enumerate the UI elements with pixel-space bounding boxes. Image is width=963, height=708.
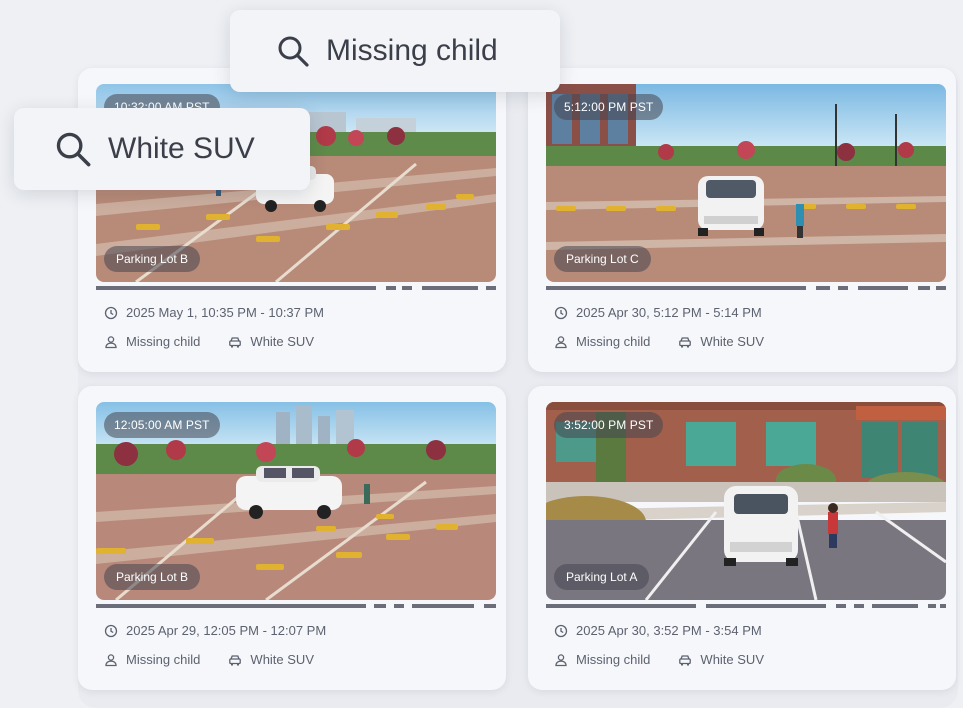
person-icon xyxy=(554,653,568,667)
search-icon xyxy=(276,34,310,68)
result-card-parking-lot-c-apr30[interactable]: 5:12:00 PM PST Parking Lot C 2025 Apr 30… xyxy=(528,68,956,372)
search-query: Missing child xyxy=(326,34,498,67)
clock-icon xyxy=(104,624,118,638)
result-card-parking-lot-a-apr30[interactable]: 3:52:00 PM PST Parking Lot A 2025 Apr 30… xyxy=(528,386,956,690)
tag-white-suv: White SUV xyxy=(700,334,764,349)
tags-row: Missing child White SUV xyxy=(554,652,764,667)
location-badge: Parking Lot A xyxy=(554,564,650,590)
search-icon xyxy=(54,130,92,168)
time-range: 2025 Apr 30, 5:12 PM - 5:14 PM xyxy=(576,305,762,320)
tag-white-suv: White SUV xyxy=(250,652,314,667)
clock-icon xyxy=(554,624,568,638)
search-chip-white-suv[interactable]: White SUV xyxy=(14,108,310,190)
white-suv xyxy=(724,486,798,566)
person-icon xyxy=(104,335,118,349)
video-thumbnail[interactable]: 5:12:00 PM PST Parking Lot C xyxy=(546,84,946,282)
video-scrub-bar[interactable] xyxy=(96,604,496,608)
time-range-row: 2025 Apr 29, 12:05 PM - 12:07 PM xyxy=(104,623,326,638)
car-icon xyxy=(228,335,242,349)
person-icon xyxy=(104,653,118,667)
car-icon xyxy=(678,335,692,349)
location-badge: Parking Lot C xyxy=(554,246,651,272)
time-range-row: 2025 Apr 30, 3:52 PM - 3:54 PM xyxy=(554,623,762,638)
video-scrub-bar[interactable] xyxy=(546,604,946,608)
search-chip-missing-child[interactable]: Missing child xyxy=(230,10,560,92)
tag-white-suv: White SUV xyxy=(700,652,764,667)
time-range: 2025 Apr 30, 3:52 PM - 3:54 PM xyxy=(576,623,762,638)
tag-white-suv: White SUV xyxy=(250,334,314,349)
clock-icon xyxy=(104,306,118,320)
timestamp-badge: 3:52:00 PM PST xyxy=(554,412,664,438)
video-thumbnail[interactable]: 12:05:00 AM PST Parking Lot B xyxy=(96,402,496,600)
result-card-parking-lot-b-apr29[interactable]: 12:05:00 AM PST Parking Lot B 2025 Apr 2… xyxy=(78,386,506,690)
time-range-row: 2025 Apr 30, 5:12 PM - 5:14 PM xyxy=(554,305,762,320)
video-scrub-bar[interactable] xyxy=(96,286,496,290)
search-query: White SUV xyxy=(108,132,255,165)
location-badge: Parking Lot B xyxy=(104,564,201,590)
tag-missing-child: Missing child xyxy=(126,334,201,349)
video-scrub-bar[interactable] xyxy=(546,286,946,290)
tag-missing-child: Missing child xyxy=(576,652,651,667)
time-range: 2025 Apr 29, 12:05 PM - 12:07 PM xyxy=(126,623,327,638)
car-icon xyxy=(678,653,692,667)
tags-row: Missing child White SUV xyxy=(104,334,314,349)
tags-row: Missing child White SUV xyxy=(104,652,314,667)
timestamp-badge: 5:12:00 PM PST xyxy=(554,94,664,120)
video-thumbnail[interactable]: 3:52:00 PM PST Parking Lot A xyxy=(546,402,946,600)
tags-row: Missing child White SUV xyxy=(554,334,764,349)
car-icon xyxy=(228,653,242,667)
tag-missing-child: Missing child xyxy=(126,652,201,667)
clock-icon xyxy=(554,306,568,320)
time-range: 2025 May 1, 10:35 PM - 10:37 PM xyxy=(126,305,324,320)
person-icon xyxy=(554,335,568,349)
timestamp-badge: 12:05:00 AM PST xyxy=(104,412,220,438)
location-badge: Parking Lot B xyxy=(104,246,201,272)
time-range-row: 2025 May 1, 10:35 PM - 10:37 PM xyxy=(104,305,324,320)
white-suv xyxy=(698,176,764,236)
tag-missing-child: Missing child xyxy=(576,334,651,349)
